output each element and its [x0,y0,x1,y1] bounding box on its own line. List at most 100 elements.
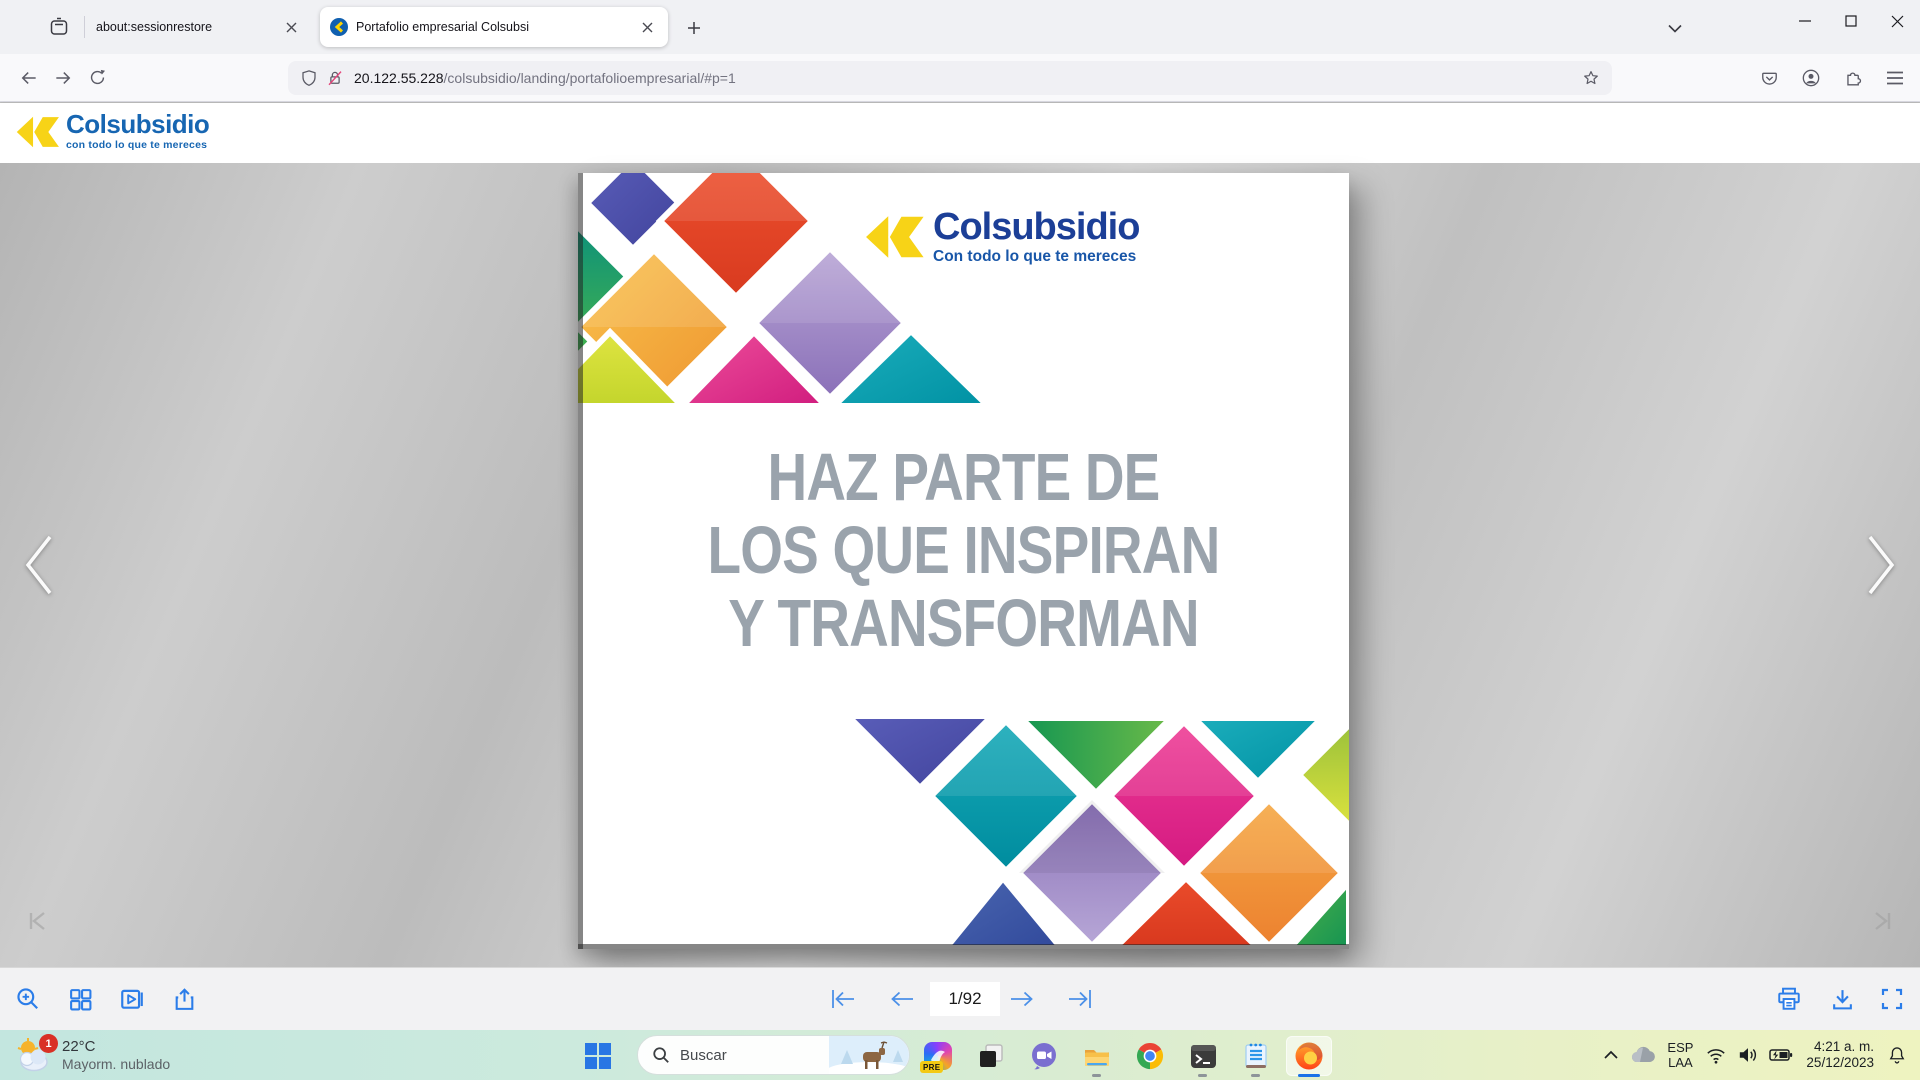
fullscreen-button[interactable] [1872,979,1912,1019]
tab-session-restore[interactable]: about:sessionrestore [86,7,312,47]
diamond-mosaic-bottom-right [837,657,1349,949]
list-all-tabs-button[interactable] [1660,14,1690,42]
url-domain: 20.122.55.228 [354,70,444,86]
forward-button[interactable] [46,61,80,95]
running-indicator [1092,1074,1101,1077]
colsubsidio-logo-icon [16,110,60,154]
language-indicator[interactable]: ESP LAA [1660,1040,1700,1070]
print-icon [1776,986,1802,1012]
thumbnails-button[interactable] [60,979,100,1019]
tab-title: Portafolio empresarial Colsubsi [356,20,636,34]
tracking-shield-button[interactable] [296,65,322,91]
next-page-chevron[interactable] [1864,533,1900,597]
document-logo-text: Colsubsidio Con todo lo que te mereces [933,207,1139,267]
tab-close-button[interactable] [636,16,658,38]
bell-icon [1887,1045,1907,1065]
notifications-button[interactable] [1882,1035,1912,1075]
new-tab-icon [687,21,701,35]
copilot-button[interactable]: PRE [915,1036,961,1076]
window-controls [1782,0,1920,42]
url-bar[interactable]: 20.122.55.228/colsubsidio/landing/portaf… [288,61,1612,95]
print-button[interactable] [1769,979,1809,1019]
minimize-button[interactable] [1782,0,1828,42]
close-window-button[interactable] [1874,0,1920,42]
volume-button[interactable] [1732,1035,1764,1075]
new-tab-button[interactable] [680,14,708,42]
chrome-button[interactable] [1127,1036,1173,1076]
tab-portafolio[interactable]: Portafolio empresarial Colsubsi [320,7,668,47]
maximize-button[interactable] [1828,0,1874,42]
bookmark-star-icon [1582,69,1600,87]
forward-icon [53,68,73,88]
connection-not-secure-button[interactable] [322,65,348,91]
site-logo[interactable]: Colsubsidio con todo lo que te mereces [16,110,209,154]
task-view-icon [978,1043,1004,1069]
task-view-button[interactable] [968,1036,1014,1076]
battery-button[interactable] [1764,1035,1798,1075]
last-page-button[interactable] [1060,979,1100,1019]
url-text: 20.122.55.228/colsubsidio/landing/portaf… [354,70,1578,86]
tab-close-button[interactable] [280,16,302,38]
file-explorer-button[interactable] [1074,1036,1120,1076]
document-brand: Colsubsidio [933,207,1139,247]
previous-page-chevron[interactable] [20,533,56,597]
onedrive-icon [1629,1046,1655,1064]
thumbnails-icon [68,987,93,1012]
next-page-button[interactable] [1002,979,1042,1019]
close-icon [1891,15,1904,28]
bookmark-button[interactable] [1578,65,1604,91]
hidden-icons-button[interactable] [1598,1035,1624,1075]
first-page-button[interactable] [823,979,863,1019]
reload-button[interactable] [80,61,114,95]
tab-separator [84,16,85,38]
reindeer-winter-scene [829,1036,909,1074]
search-placeholder: Buscar [680,1047,829,1064]
back-button[interactable] [12,61,46,95]
close-icon [642,22,653,33]
page-bottom-shadow [578,944,1349,949]
download-button[interactable] [1822,979,1862,1019]
onedrive-button[interactable] [1624,1035,1660,1075]
search-icon [652,1046,670,1064]
search-seasonal-image [829,1036,909,1074]
document-page: Colsubsidio Con todo lo que te mereces H… [578,173,1349,949]
weather-text: 22°C Mayorm. nublado [62,1038,170,1073]
chat-button[interactable] [1021,1036,1067,1076]
clock-date: 25/12/2023 [1806,1055,1874,1071]
weather-widget[interactable]: 1 22°C Mayorm. nublado [8,1034,176,1076]
system-tray: ESP LAA [1598,1030,1920,1080]
headline-line-3: Y TRANSFORMAN [647,587,1279,660]
document-headline: HAZ PARTE DE LOS QUE INSPIRAN Y TRANSFOR… [578,441,1349,660]
firefox-icon [1294,1041,1324,1071]
account-button[interactable] [1794,61,1828,95]
running-indicator [1251,1074,1260,1077]
windows-taskbar: 1 22°C Mayorm. nublado Buscar [0,1030,1920,1080]
previous-page-button[interactable] [882,979,922,1019]
flipbook-viewer: Colsubsidio Con todo lo que te mereces H… [0,163,1920,967]
page-number-input[interactable] [930,982,1000,1016]
browser-toolbar: 20.122.55.228/colsubsidio/landing/portaf… [0,54,1920,102]
wifi-button[interactable] [1700,1035,1732,1075]
menu-button[interactable] [1878,61,1912,95]
zoom-button[interactable] [8,979,48,1019]
slideshow-button[interactable] [112,979,152,1019]
screen: about:sessionrestore Portafolio empresar… [0,0,1920,1080]
first-page-mini-icon[interactable] [26,911,48,931]
notepad-button[interactable] [1233,1036,1279,1076]
extensions-button[interactable] [1836,61,1870,95]
start-button[interactable] [575,1036,621,1076]
last-page-mini-icon[interactable] [1872,911,1894,931]
running-indicator [1198,1074,1207,1077]
download-icon [1830,987,1855,1012]
maximize-icon [1845,15,1857,27]
taskbar-search[interactable]: Buscar [637,1035,910,1075]
wifi-icon [1705,1045,1727,1065]
firefox-button[interactable] [1286,1036,1332,1076]
battery-icon [1769,1047,1793,1063]
share-button[interactable] [164,979,204,1019]
clock[interactable]: 4:21 a. m. 25/12/2023 [1798,1039,1882,1071]
pocket-button[interactable] [1752,61,1786,95]
terminal-button[interactable] [1180,1036,1226,1076]
firefox-view-button[interactable] [42,12,76,42]
pocket-icon [1760,69,1779,88]
